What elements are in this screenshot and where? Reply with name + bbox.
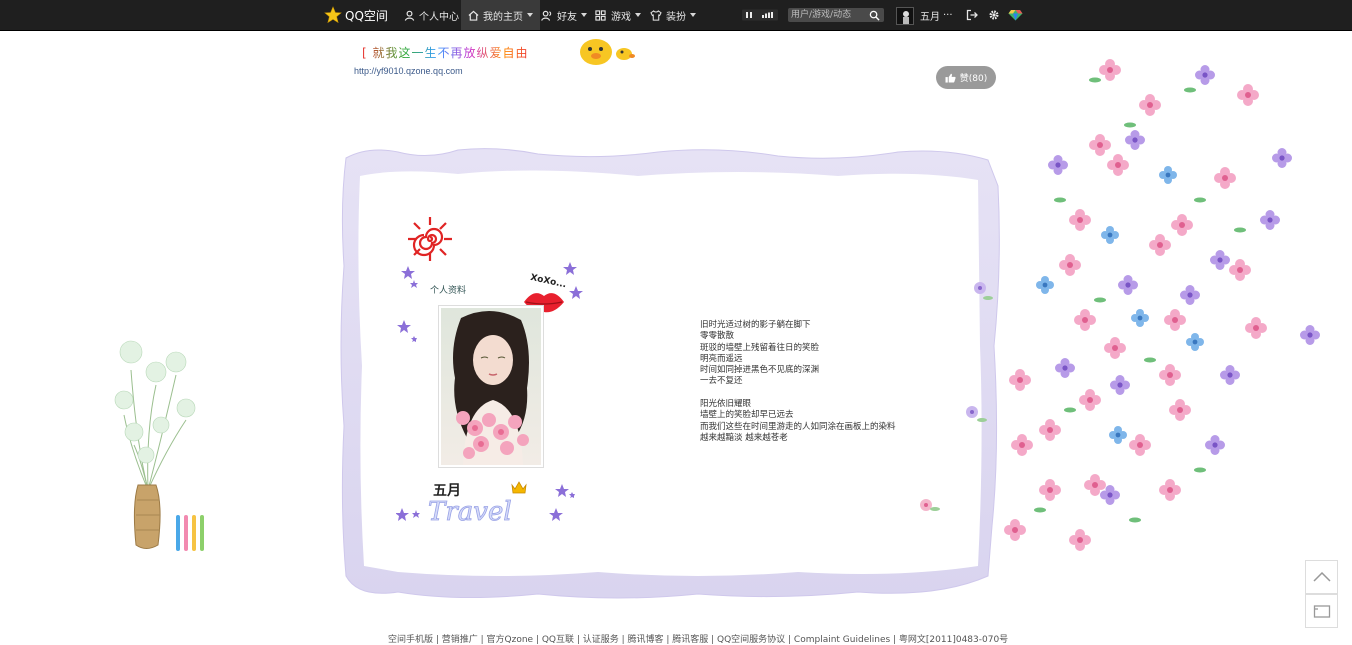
search-input[interactable] xyxy=(788,8,869,22)
poem-line: 墙壁上的笑脸却早已远去 xyxy=(700,410,794,421)
yellow-chick-decoration-icon xyxy=(580,39,635,65)
nav-my-homepage[interactable]: 我的主页 xyxy=(461,0,540,30)
gear-icon xyxy=(989,10,999,20)
space-title: [ 就我这一生不再放纵爱自由 xyxy=(362,44,529,61)
back-to-top-button[interactable] xyxy=(1305,560,1338,594)
window-icon xyxy=(1313,605,1330,618)
chevron-down-icon xyxy=(635,13,641,17)
username: 五月 xyxy=(920,11,940,23)
nav-label: 游戏 xyxy=(611,11,631,23)
logout-button[interactable] xyxy=(966,0,978,30)
signature-poem: 旧时光适过树的影子躺在脚下 零零散散 斑驳的墙壁上残留着往日的笑脸 明亮而遥远 … xyxy=(700,320,896,444)
nav-friends[interactable]: 好友 xyxy=(541,0,587,30)
avatar-image xyxy=(897,8,913,24)
travel-text: Travel xyxy=(428,497,512,527)
nav-label: 我的主页 xyxy=(483,11,523,23)
friends-icon xyxy=(541,10,552,21)
shirt-icon xyxy=(650,9,662,21)
poem-line: 斑驳的墙壁上残留着往日的笑脸 xyxy=(700,342,820,353)
dandelion-vase-decoration-icon xyxy=(114,340,204,551)
paper-corner-flower-icon xyxy=(920,499,940,511)
logout-icon xyxy=(966,9,978,21)
poem-line: 而我们这些在时间里游走的人如同涂在画板上的染料 xyxy=(700,421,896,432)
chevron-down-icon xyxy=(690,13,696,17)
diamond-icon xyxy=(1008,10,1023,21)
space-url[interactable]: http://yf9010.qzone.qq.com xyxy=(354,66,463,76)
feedback-button[interactable] xyxy=(1305,594,1338,628)
poem-line xyxy=(700,388,896,399)
poem-line: 时间如同掉进黑色不见底的深渊 xyxy=(700,365,820,376)
chevron-down-icon xyxy=(527,13,533,17)
chevron-up-icon xyxy=(1312,572,1331,582)
profile-photo[interactable] xyxy=(438,305,544,468)
nav-label: 个人中心 xyxy=(419,11,459,23)
settings-button[interactable] xyxy=(988,0,1000,30)
sun-spiral-icon xyxy=(408,217,452,261)
logo-text: QQ空间 xyxy=(345,8,388,23)
profile-photo-image xyxy=(441,308,541,465)
vip-diamond-button[interactable] xyxy=(1008,0,1023,30)
nav-label: 装扮 xyxy=(666,11,686,23)
top-navigation-bar: QQ空间 个人中心 我的主页 好友 游戏 装扮 用户/游戏/动态 五月 ··· xyxy=(0,0,1352,31)
flower-cluster-decoration-icon xyxy=(1004,59,1320,551)
profile-section-label[interactable]: 个人资料 xyxy=(430,283,466,296)
music-player-icon xyxy=(742,9,778,21)
space-title-text: [ 就我这一生不再放纵爱自由 xyxy=(362,46,529,60)
avatar[interactable] xyxy=(896,7,914,25)
poem-line: 明亮而遥远 xyxy=(700,353,743,364)
music-player[interactable] xyxy=(742,0,778,30)
footer-links[interactable]: 空间手机版 | 营销推广 | 官方Qzone | QQ互联 | 认证服务 | 腾… xyxy=(388,632,1008,645)
star-logo-icon xyxy=(324,6,342,24)
grid-icon xyxy=(595,9,606,21)
search-box xyxy=(788,8,884,22)
nav-decorate[interactable]: 装扮 xyxy=(650,0,696,30)
home-icon xyxy=(468,10,479,21)
chevron-down-icon xyxy=(581,13,587,17)
travel-script-decoration-icon: Travel xyxy=(428,497,512,528)
qzone-logo[interactable]: QQ空间 xyxy=(324,0,388,30)
username-menu[interactable]: 五月 ··· xyxy=(920,0,953,30)
search-icon[interactable] xyxy=(869,10,880,21)
poem-line: 旧时光适过树的影子躺在脚下 xyxy=(700,320,811,330)
thumbs-up-icon xyxy=(945,73,956,83)
more-icon: ··· xyxy=(943,9,953,21)
poem-line: 零零散散 xyxy=(700,331,735,342)
user-icon xyxy=(404,10,415,21)
nav-label: 好友 xyxy=(557,11,577,23)
poem-line: 阳光依旧耀眼 xyxy=(700,399,752,410)
like-button[interactable]: 赞(80) xyxy=(936,66,996,89)
like-count: 赞(80) xyxy=(959,74,988,84)
nav-personal-center[interactable]: 个人中心 xyxy=(404,0,459,30)
paper-edge-flower-icon xyxy=(966,282,993,422)
poem-line: 越来越黯淡 越来越苍老 xyxy=(700,432,788,443)
poem-line: 一去不复还 xyxy=(700,376,743,387)
nav-games[interactable]: 游戏 xyxy=(595,0,641,30)
